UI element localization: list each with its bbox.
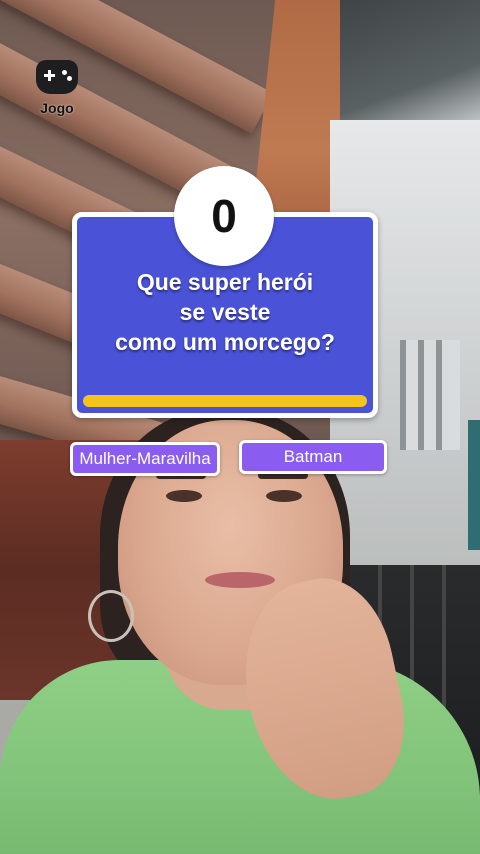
gamepad-icon	[36, 60, 78, 94]
question-line: se veste	[179, 299, 271, 325]
building-windows	[400, 340, 460, 450]
person-mouth	[205, 572, 275, 588]
camera-view: Jogo Que super herói se veste como um mo…	[0, 0, 480, 854]
question-line: Que super herói	[136, 269, 314, 295]
roof	[340, 0, 480, 140]
earring	[88, 590, 134, 642]
eye	[266, 490, 302, 502]
question-text: Que super herói se veste como um morcego…	[77, 267, 373, 357]
answer-button-2[interactable]: Batman	[239, 440, 387, 474]
answer-button-1[interactable]: Mulher-Maravilha	[70, 442, 220, 476]
question-line: como um morcego?	[115, 329, 335, 355]
game-badge[interactable]: Jogo	[34, 60, 80, 116]
eye	[166, 490, 202, 502]
score-counter: 0	[174, 166, 274, 266]
game-label: Jogo	[40, 100, 74, 116]
timer-bar	[83, 395, 367, 407]
teal-strip	[468, 420, 480, 550]
